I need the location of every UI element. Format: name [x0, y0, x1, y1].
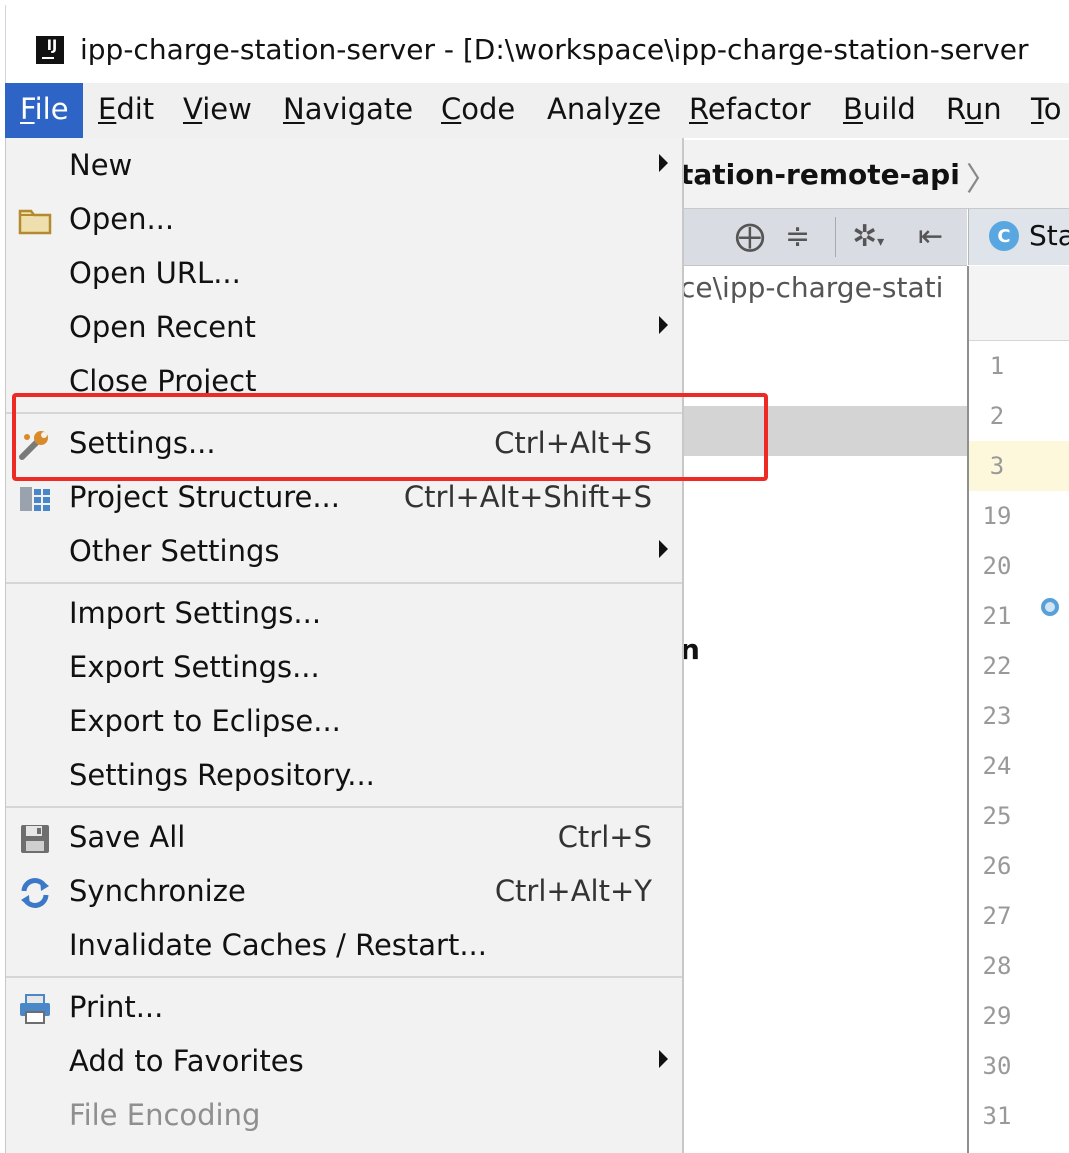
menu-build[interactable]: Build	[843, 83, 916, 138]
menu-refactor[interactable]: Refactor	[689, 83, 811, 138]
menu-code[interactable]: Code	[441, 83, 515, 138]
line-number-gutter: 1 2 3 19 20 21 22 23 24 25 26 27 28 29 3…	[969, 341, 1035, 1153]
menu-file[interactable]: File	[5, 83, 83, 138]
line-number: 28	[982, 952, 1012, 980]
line-number: 22	[982, 652, 1012, 680]
shortcut-label: Ctrl+S	[557, 820, 652, 854]
line-number: 27	[982, 902, 1012, 930]
shortcut-label: Ctrl+Alt+Shift+S	[403, 480, 652, 514]
collapse-all-icon[interactable]: ≑	[785, 219, 810, 254]
breadcrumb-module[interactable]: tation-remote-api	[680, 158, 960, 191]
menu-item-export-settings[interactable]: Export Settings...	[6, 642, 682, 696]
menu-separator	[6, 582, 682, 584]
menu-item-export-to-eclipse[interactable]: Export to Eclipse...	[6, 696, 682, 750]
menu-item-synchronize[interactable]: Synchronize Ctrl+Alt+Y	[6, 866, 682, 920]
menu-item-open-url[interactable]: Open URL...	[6, 248, 682, 302]
line-number: 1	[989, 352, 1005, 380]
project-root-path[interactable]: ce\ipp-charge-stati	[680, 271, 943, 304]
menu-navigate[interactable]: Navigate	[283, 83, 413, 138]
menu-item-new[interactable]: New	[6, 140, 682, 194]
line-number: 20	[982, 552, 1012, 580]
menu-bar: File Edit View Navigate Code Analyze Ref…	[5, 83, 1069, 138]
menu-item-open-recent[interactable]: Open Recent	[6, 302, 682, 356]
menu-separator	[6, 976, 682, 978]
line-number: 19	[982, 502, 1012, 530]
line-number: 30	[982, 1052, 1012, 1080]
menu-edit[interactable]: Edit	[98, 83, 154, 138]
project-structure-icon	[20, 487, 50, 511]
line-number: 23	[982, 702, 1012, 730]
intellij-app-icon: IJ	[36, 36, 64, 64]
file-menu-dropdown: New Open... Open URL... Open Recent Clos…	[5, 138, 684, 1153]
menu-view[interactable]: View	[183, 83, 252, 138]
breadcrumb-chevron-icon: 〉	[966, 160, 999, 198]
locate-icon[interactable]: ⨁	[735, 219, 765, 254]
line-number: 24	[982, 752, 1012, 780]
hide-panel-icon[interactable]: ⇤	[918, 219, 943, 254]
title-bar: IJ ipp-charge-station-server - [D:\works…	[5, 5, 1069, 83]
submenu-arrow-icon	[659, 1050, 668, 1068]
menu-run[interactable]: Run	[946, 83, 1002, 138]
line-number: 21	[982, 602, 1012, 630]
navigation-bar: tation-remote-api 〉	[680, 140, 1069, 209]
menu-item-add-to-favorites[interactable]: Add to Favorites	[6, 1036, 682, 1090]
editor[interactable]: 1 2 3 19 20 21 22 23 24 25 26 27 28 29 3…	[967, 266, 1069, 1153]
line-number: 3	[989, 452, 1005, 480]
submenu-arrow-icon	[659, 154, 668, 172]
menu-item-import-settings[interactable]: Import Settings...	[6, 588, 682, 642]
submenu-arrow-icon	[659, 316, 668, 334]
menu-item-print[interactable]: Print...	[6, 982, 682, 1036]
menu-item-open[interactable]: Open...	[6, 194, 682, 248]
shortcut-label: Ctrl+Alt+Y	[494, 874, 652, 908]
menu-analyze[interactable]: Analyze	[547, 83, 661, 138]
editor-tab[interactable]: C Sta	[968, 209, 1069, 265]
save-icon	[21, 825, 49, 853]
line-number: 26	[982, 852, 1012, 880]
line-number: 25	[982, 802, 1012, 830]
menu-item-settings-repository[interactable]: Settings Repository...	[6, 750, 682, 804]
line-number: 29	[982, 1002, 1012, 1030]
printer-icon	[20, 994, 50, 1024]
menu-item-invalidate-caches[interactable]: Invalidate Caches / Restart...	[6, 920, 682, 974]
project-toolbar: ⨁ ≑ ✲▾ ⇤	[680, 209, 967, 266]
menu-item-other-settings[interactable]: Other Settings	[6, 526, 682, 580]
folder-icon	[18, 209, 52, 235]
editor-tab-label: Sta	[1029, 219, 1069, 252]
toolbar-divider	[835, 217, 836, 257]
annotation-highlight-box	[12, 393, 768, 481]
sync-icon	[21, 878, 49, 908]
gear-icon[interactable]: ✲▾	[852, 219, 884, 254]
line-number: 31	[982, 1102, 1012, 1130]
menu-item-file-encoding: File Encoding	[69, 1098, 261, 1132]
window-title: ipp-charge-station-server - [D:\workspac…	[80, 33, 1029, 66]
submenu-arrow-icon	[659, 540, 668, 558]
implementation-marker-icon[interactable]	[1041, 598, 1059, 616]
menu-item-save-all[interactable]: Save All Ctrl+S	[6, 812, 682, 866]
menu-tools[interactable]: To	[1031, 83, 1062, 138]
menu-separator	[6, 806, 682, 808]
line-number: 2	[989, 402, 1005, 430]
class-icon: C	[989, 221, 1019, 251]
editor-header	[969, 266, 1069, 341]
